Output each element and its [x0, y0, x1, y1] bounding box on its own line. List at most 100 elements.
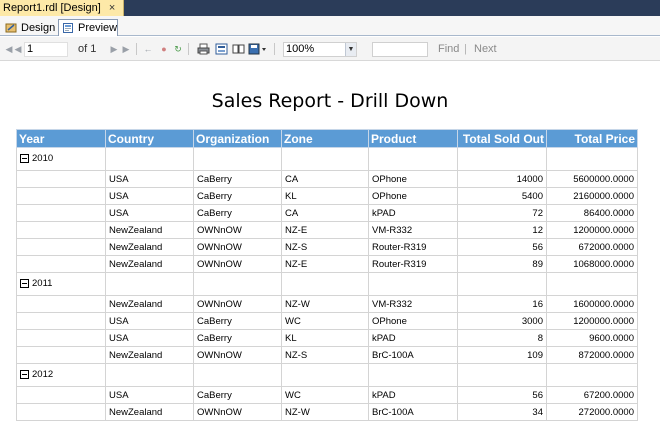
empty-cell [457, 147, 547, 171]
table-cell: 67200.0000 [546, 386, 638, 404]
table-cell: CA [281, 204, 369, 222]
table-cell: NewZealand [105, 403, 194, 421]
report-table: Year Country Organization Zone Product Total … [16, 129, 638, 421]
print-layout-icon[interactable] [214, 43, 228, 55]
collapse-toggle-icon[interactable] [20, 370, 29, 380]
table-cell: KL [281, 329, 369, 347]
preview-icon [62, 22, 74, 34]
table-cell: 872000.0000 [546, 346, 638, 364]
table-cell: OWNnOW [193, 295, 282, 313]
tab-design-label: Design [21, 21, 56, 34]
table-cell: kPAD [368, 204, 458, 222]
table-cell: OWNnOW [193, 238, 282, 256]
table-cell: USA [105, 329, 194, 347]
table-cell: NZ-W [281, 295, 369, 313]
collapse-toggle-icon[interactable] [20, 154, 29, 164]
table-cell: 72 [457, 204, 547, 222]
page-number-input[interactable]: 1 [24, 42, 68, 57]
toolbar-separator [136, 43, 137, 55]
table-cell: 16 [457, 295, 547, 313]
year-group-row: 2012 [16, 363, 638, 387]
table-cell: 34 [457, 403, 547, 421]
table-row: USA CaBerry WC kPAD 56 67200.0000 [16, 386, 638, 404]
tab-preview[interactable]: Preview [58, 19, 118, 36]
table-cell: NZ-W [281, 403, 369, 421]
document-tab-strip: Report1.rdl [Design] × [0, 0, 660, 16]
column-header: Product [368, 129, 458, 148]
table-row: USA CaBerry KL OPhone 5400 2160000.0000 [16, 187, 638, 205]
empty-cell [546, 363, 638, 387]
print-icon[interactable] [196, 43, 210, 55]
find-input[interactable] [372, 42, 428, 57]
column-header: Year [16, 129, 106, 148]
empty-cell [193, 363, 282, 387]
table-cell: 89 [457, 255, 547, 273]
table-cell: 56 [457, 386, 547, 404]
stop-icon[interactable]: ● [158, 43, 170, 55]
zoom-select[interactable]: 100% ▼ [283, 42, 357, 57]
table-cell: WC [281, 386, 369, 404]
refresh-icon[interactable]: ↻ [172, 43, 184, 55]
table-cell: 86400.0000 [546, 204, 638, 222]
view-tabs: Design Preview [0, 16, 660, 36]
design-icon [5, 22, 17, 34]
empty-cell [457, 272, 547, 296]
tab-design[interactable]: Design [2, 19, 56, 36]
table-cell: CaBerry [193, 170, 282, 188]
year-label: 2011 [32, 278, 53, 290]
table-row: NewZealand OWNnOW NZ-S BrC-100A 109 872000.00… [16, 346, 638, 364]
last-page-icon[interactable]: ▶ [120, 43, 132, 55]
chevron-down-icon[interactable]: ▼ [345, 43, 356, 56]
back-icon[interactable]: ← [142, 43, 154, 55]
empty-cell [368, 363, 458, 387]
empty-cell [368, 272, 458, 296]
next-page-icon[interactable]: ▶ [108, 43, 120, 55]
table-cell: OPhone [368, 187, 458, 205]
find-link[interactable]: Find [438, 37, 459, 61]
empty-cell [16, 221, 106, 239]
table-row: USA CaBerry WC OPhone 3000 1200000.0000 [16, 312, 638, 330]
document-tab-report1[interactable]: Report1.rdl [Design] × [0, 0, 124, 16]
table-cell: WC [281, 312, 369, 330]
year-group-row: 2011 [16, 272, 638, 296]
empty-cell [368, 147, 458, 171]
table-cell: CaBerry [193, 204, 282, 222]
report-title: Sales Report - Drill Down [211, 90, 449, 112]
page-setup-icon[interactable] [231, 43, 245, 55]
table-cell: NewZealand [105, 221, 194, 239]
column-header: Total Sold Out [457, 129, 547, 148]
empty-cell [193, 147, 282, 171]
empty-cell [105, 363, 194, 387]
table-cell: 14000 [457, 170, 547, 188]
table-row: USA CaBerry KL kPAD 8 9600.0000 [16, 329, 638, 347]
table-cell: NewZealand [105, 346, 194, 364]
table-cell: OWNnOW [193, 346, 282, 364]
year-group-row: 2010 [16, 147, 638, 171]
table-cell: CA [281, 170, 369, 188]
table-row: NewZealand OWNnOW NZ-E Router-R319 89 1068000… [16, 255, 638, 273]
table-cell: BrC-100A [368, 403, 458, 421]
close-icon[interactable]: × [109, 2, 115, 14]
table-cell: NZ-E [281, 221, 369, 239]
table-cell: USA [105, 386, 194, 404]
document-tab-title: Report1.rdl [Design] [3, 2, 101, 14]
table-row: NewZealand OWNnOW NZ-E VM-R332 12 1200000.000… [16, 221, 638, 239]
year-label: 2010 [32, 153, 54, 165]
table-row: NewZealand OWNnOW NZ-W BrC-100A 34 272000.000… [16, 403, 638, 421]
table-cell: VM-R332 [368, 295, 458, 313]
next-link[interactable]: Next [474, 37, 497, 61]
collapse-toggle-icon[interactable] [20, 279, 29, 289]
table-cell: NewZealand [105, 255, 194, 273]
zoom-value: 100% [286, 43, 315, 55]
empty-cell [281, 363, 369, 387]
table-cell: OWNnOW [193, 221, 282, 239]
table-cell: OPhone [368, 170, 458, 188]
empty-cell [193, 272, 282, 296]
empty-cell [16, 295, 106, 313]
table-cell: 109 [457, 346, 547, 364]
empty-cell [16, 187, 106, 205]
report-viewer-toolbar: ◀ ◀ 1 of 1 ▶ ▶ ← ● ↻ 100% ▼ Find | Next [0, 37, 660, 61]
table-cell: kPAD [368, 329, 458, 347]
export-icon[interactable] [248, 43, 268, 55]
previous-page-icon[interactable]: ◀ [12, 43, 24, 55]
